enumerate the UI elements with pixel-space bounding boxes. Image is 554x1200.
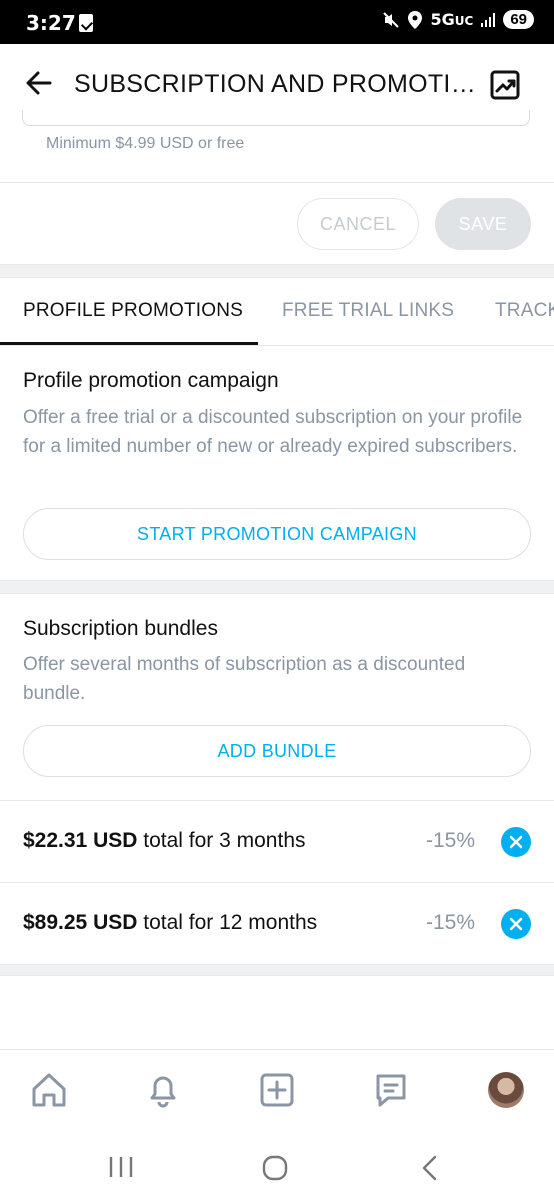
bundle-amount: $89.25 USD total for 12 months: [23, 911, 318, 934]
mute-icon: [383, 11, 400, 28]
tab-free-trial-links[interactable]: FREE TRIAL LINKS: [282, 300, 454, 322]
section-separator: [0, 580, 554, 594]
bundle-discount: -15%: [426, 911, 476, 934]
tab-tracking-links[interactable]: TRACKING LINKS: [495, 300, 554, 322]
divider: [0, 182, 554, 183]
bundles-description: Offer several months of subscription as …: [23, 654, 466, 704]
remove-bundle-icon[interactable]: [501, 909, 531, 939]
status-indicators: 5GUC 69: [382, 10, 534, 29]
location-icon: [408, 10, 423, 29]
profile-avatar[interactable]: [488, 1072, 524, 1108]
bundles-title: Subscription bundles: [23, 617, 218, 640]
section-separator: [0, 264, 554, 278]
home-icon[interactable]: [29, 1070, 69, 1110]
messages-icon[interactable]: [371, 1070, 411, 1110]
subscription-price-field[interactable]: [22, 110, 530, 126]
cancel-button[interactable]: CANCEL: [297, 198, 419, 250]
bundle-discount: -15%: [426, 829, 476, 852]
remove-bundle-icon[interactable]: [501, 827, 531, 857]
status-bar: 3:27 5GUC 69: [0, 0, 554, 44]
bundle-row: $22.31 USD total for 3 months -15%: [0, 800, 554, 882]
bottom-navigation: [0, 1049, 554, 1133]
promotion-tabs: PROFILE PROMOTIONS FREE TRIAL LINKS TRAC…: [0, 278, 554, 346]
clipboard-notification-icon: [79, 14, 93, 32]
system-navigation-bar: [0, 1133, 554, 1200]
battery-indicator: 69: [503, 10, 534, 29]
section-separator: [0, 964, 554, 976]
promotion-campaign-description: Offer a free trial or a discounted subsc…: [23, 407, 523, 457]
tab-profile-promotions[interactable]: PROFILE PROMOTIONS: [23, 300, 243, 322]
bundle-row: $89.25 USD total for 12 months -15%: [0, 882, 554, 964]
system-back-icon[interactable]: [420, 1154, 440, 1182]
promotion-campaign-title: Profile promotion campaign: [23, 369, 279, 392]
bundle-amount: $22.31 USD total for 3 months: [23, 829, 306, 852]
start-promotion-campaign-button[interactable]: START PROMOTION CAMPAIGN: [23, 508, 531, 560]
add-bundle-button[interactable]: ADD BUNDLE: [23, 725, 531, 777]
save-button[interactable]: SAVE: [435, 198, 531, 250]
statistics-icon[interactable]: [488, 68, 522, 102]
signal-icon: [481, 12, 496, 27]
clock: 3:27: [26, 11, 76, 35]
back-arrow-icon[interactable]: [22, 66, 56, 100]
price-hint: Minimum $4.99 USD or free: [46, 135, 245, 152]
page-title: SUBSCRIPTION AND PROMOTIONS: [74, 70, 476, 98]
active-tab-indicator: [0, 342, 258, 345]
network-type: 5GUC: [430, 10, 474, 29]
recent-apps-icon[interactable]: [108, 1155, 134, 1179]
bell-icon[interactable]: [143, 1070, 183, 1110]
add-post-icon[interactable]: [257, 1070, 297, 1110]
home-button-icon[interactable]: [262, 1155, 288, 1181]
